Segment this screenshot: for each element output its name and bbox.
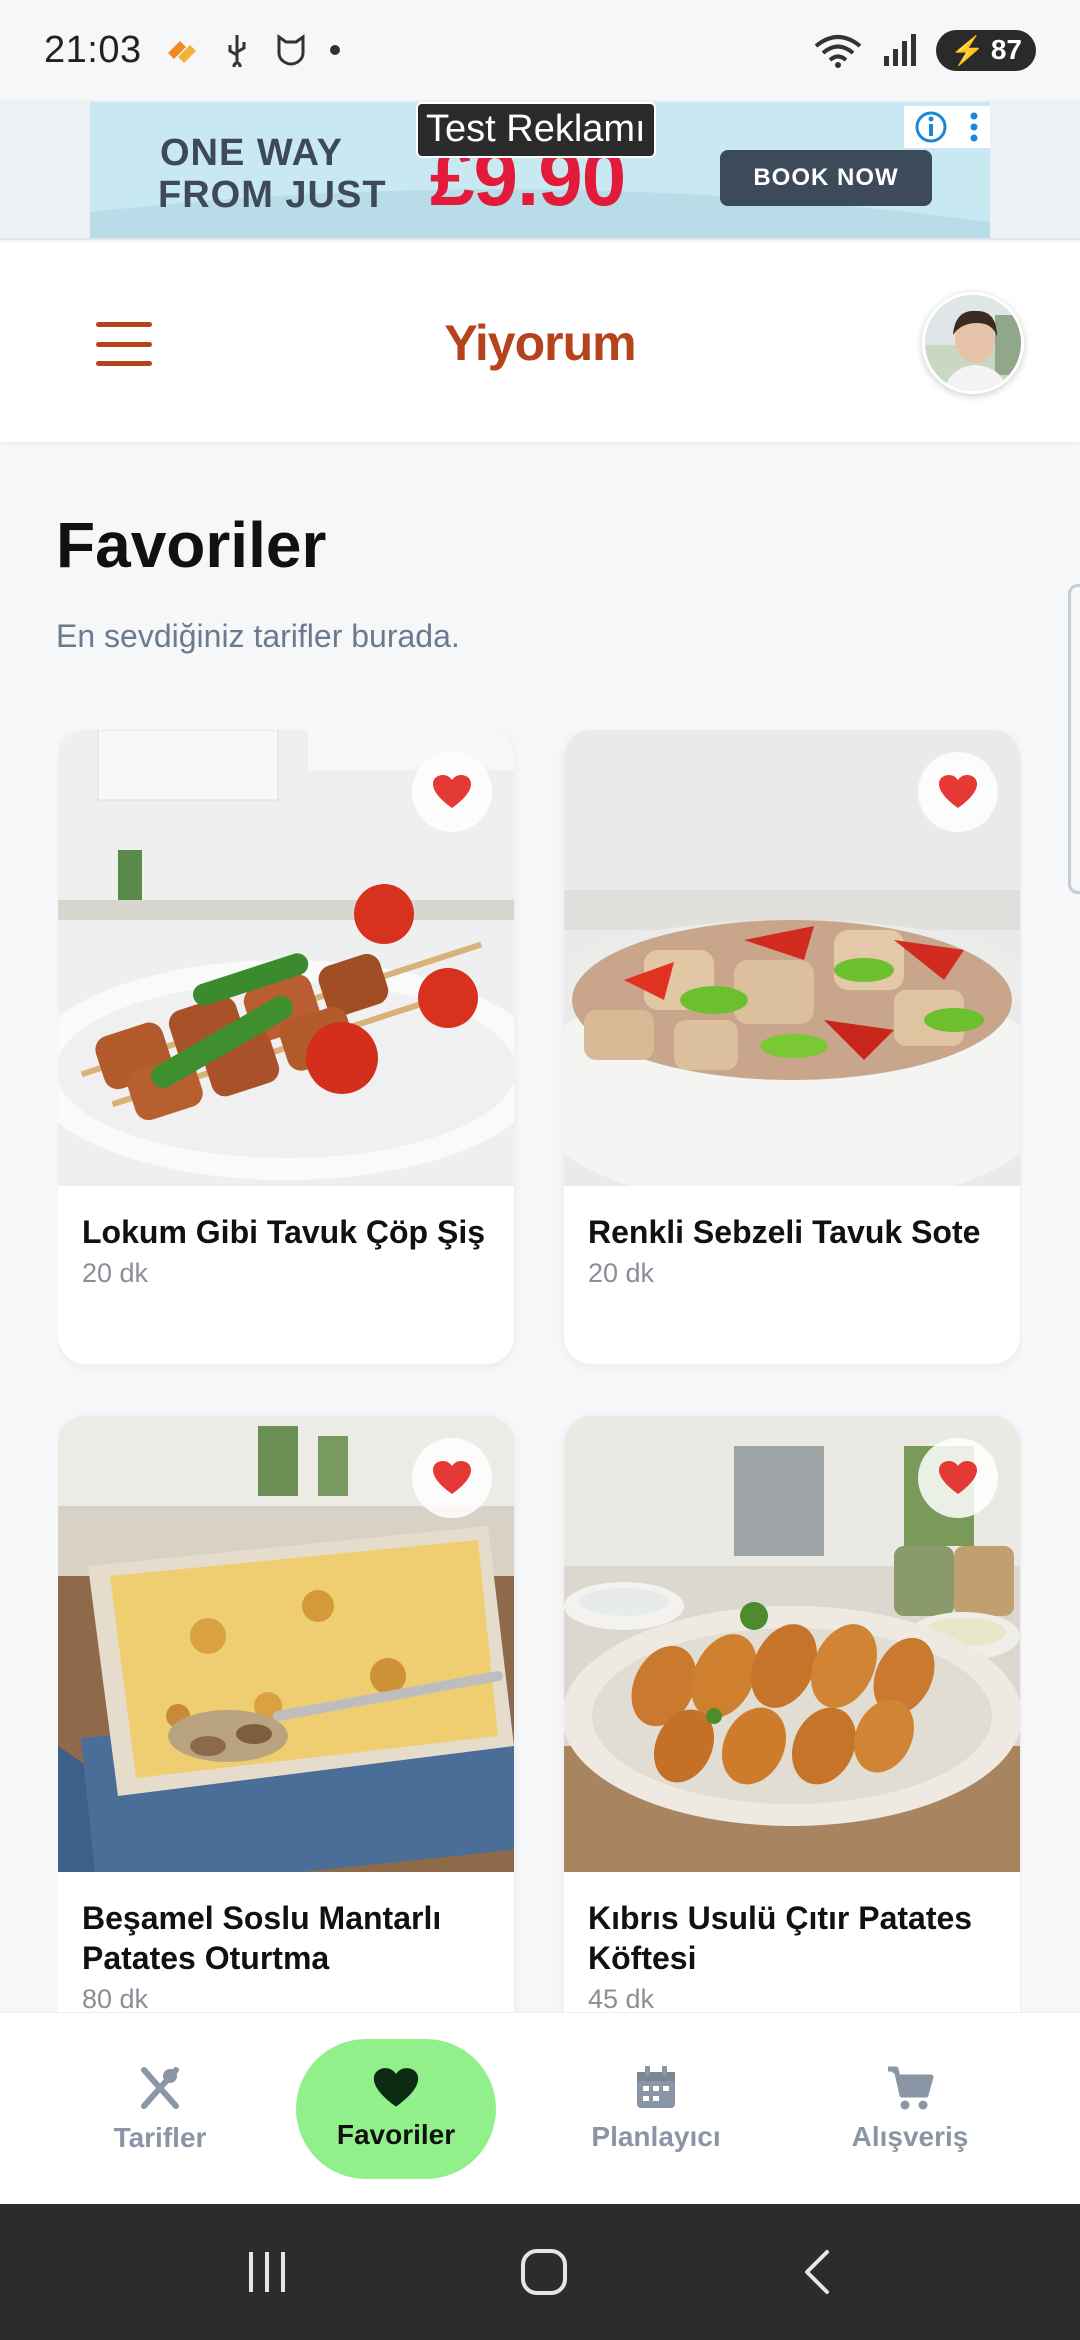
- page-title: Favoriler: [56, 509, 327, 581]
- recipe-title: Lokum Gibi Tavuk Çöp Şiş: [82, 1214, 486, 1250]
- nav-tarifler[interactable]: Tarifler: [60, 2039, 260, 2179]
- cart-icon: [888, 2066, 934, 2110]
- charging-icon: ⚡: [949, 34, 985, 66]
- back-icon[interactable]: [799, 2248, 835, 2296]
- favorite-toggle[interactable]: [918, 1438, 998, 1518]
- recipe-time: 20 dk: [82, 1258, 149, 1288]
- heart-icon[interactable]: [938, 1460, 978, 1496]
- heart-icon: [373, 2068, 419, 2107]
- scroll-handle[interactable]: [1068, 584, 1080, 894]
- favorite-toggle[interactable]: [918, 752, 998, 832]
- favorite-toggle[interactable]: [412, 1438, 492, 1518]
- nav-label: Favoriler: [336, 2119, 456, 2150]
- recipe-card[interactable]: Renkli Sebzeli Tavuk Sote 20 dk: [564, 730, 1020, 1364]
- wifi-icon: [814, 35, 862, 68]
- ad-test-label: Test Reklamı: [416, 102, 656, 158]
- dot-icon: [329, 45, 340, 55]
- recipe-image: [58, 730, 514, 1186]
- status-time: 21:03: [44, 28, 142, 71]
- recipe-image: [564, 1416, 1020, 1872]
- home-icon[interactable]: [520, 2248, 568, 2296]
- recipe-image: [58, 1416, 514, 1872]
- signal-icon: [883, 34, 916, 66]
- status-bar: 21:03 ⚡ 87: [0, 0, 1080, 100]
- recipe-grid: Lokum Gibi Tavuk Çöp Şiş 20 dk Renkli Se…: [58, 730, 1022, 2012]
- nav-favoriler[interactable]: Favoriler: [296, 2039, 496, 2179]
- app-title: Yiyorum: [444, 315, 636, 371]
- status-right: ⚡ 87: [812, 29, 1036, 71]
- recipe-card[interactable]: Lokum Gibi Tavuk Çöp Şiş 20 dk: [58, 730, 514, 1364]
- favorite-toggle[interactable]: [412, 752, 492, 832]
- nav-label: Tarifler: [113, 2122, 207, 2153]
- heart-icon[interactable]: [938, 774, 978, 810]
- page-subtitle: En sevdiğiniz tarifler burada.: [56, 618, 460, 654]
- recipe-title: Beşamel Soslu Mantarlı Patates Oturtma: [82, 1900, 442, 1976]
- recent-apps-icon[interactable]: [245, 2250, 289, 2294]
- recipe-title: Renkli Sebzeli Tavuk Sote: [588, 1214, 981, 1250]
- recipe-card[interactable]: Beşamel Soslu Mantarlı Patates Oturtma 8…: [58, 1416, 514, 2012]
- ad-choices[interactable]: [904, 106, 990, 148]
- app-header: Yiyorum: [0, 242, 1080, 442]
- more-vertical-icon[interactable]: [968, 110, 980, 144]
- bottom-nav: Tarifler Favoriler Planlayıcı Alışveriş: [0, 2012, 1080, 2204]
- ad-container: ONE WAY FROM JUST £9.90 BOOK NOW Test Re…: [0, 100, 1080, 240]
- info-icon[interactable]: [914, 110, 948, 144]
- status-left: 21:03: [44, 29, 340, 72]
- recipe-title: Kıbrıs Usulü Çıtır Patates Köftesi: [588, 1900, 973, 1976]
- nav-alisveris[interactable]: Alışveriş: [810, 2039, 1010, 2179]
- ad-line1: ONE WAY: [160, 132, 343, 174]
- utensils-icon: [141, 2067, 179, 2109]
- nav-label: Alışveriş: [851, 2121, 969, 2152]
- battery-indicator: ⚡ 87: [935, 29, 1036, 71]
- heart-icon[interactable]: [432, 774, 472, 810]
- calendar-icon: [637, 2066, 675, 2108]
- usb-icon: [228, 35, 246, 67]
- system-nav-bar: [0, 2204, 1080, 2340]
- app-notification-icon: [167, 41, 196, 63]
- avatar[interactable]: [922, 292, 1024, 394]
- recipe-time: 45 dk: [588, 1984, 655, 2012]
- nav-planlayici[interactable]: Planlayıcı: [556, 2039, 756, 2179]
- recipe-time: 20 dk: [588, 1258, 655, 1288]
- recipe-card[interactable]: Kıbrıs Usulü Çıtır Patates Köftesi 45 dk: [564, 1416, 1020, 2012]
- recipe-time: 80 dk: [82, 1984, 149, 2012]
- recipe-image: [564, 730, 1020, 1186]
- battery-level: 87: [990, 34, 1022, 65]
- heart-icon[interactable]: [432, 1460, 472, 1496]
- ad-line2: FROM JUST: [158, 174, 387, 216]
- ad-book-button[interactable]: BOOK NOW: [720, 150, 932, 206]
- shield-cat-icon: [277, 34, 305, 66]
- nav-label: Planlayıcı: [591, 2121, 721, 2152]
